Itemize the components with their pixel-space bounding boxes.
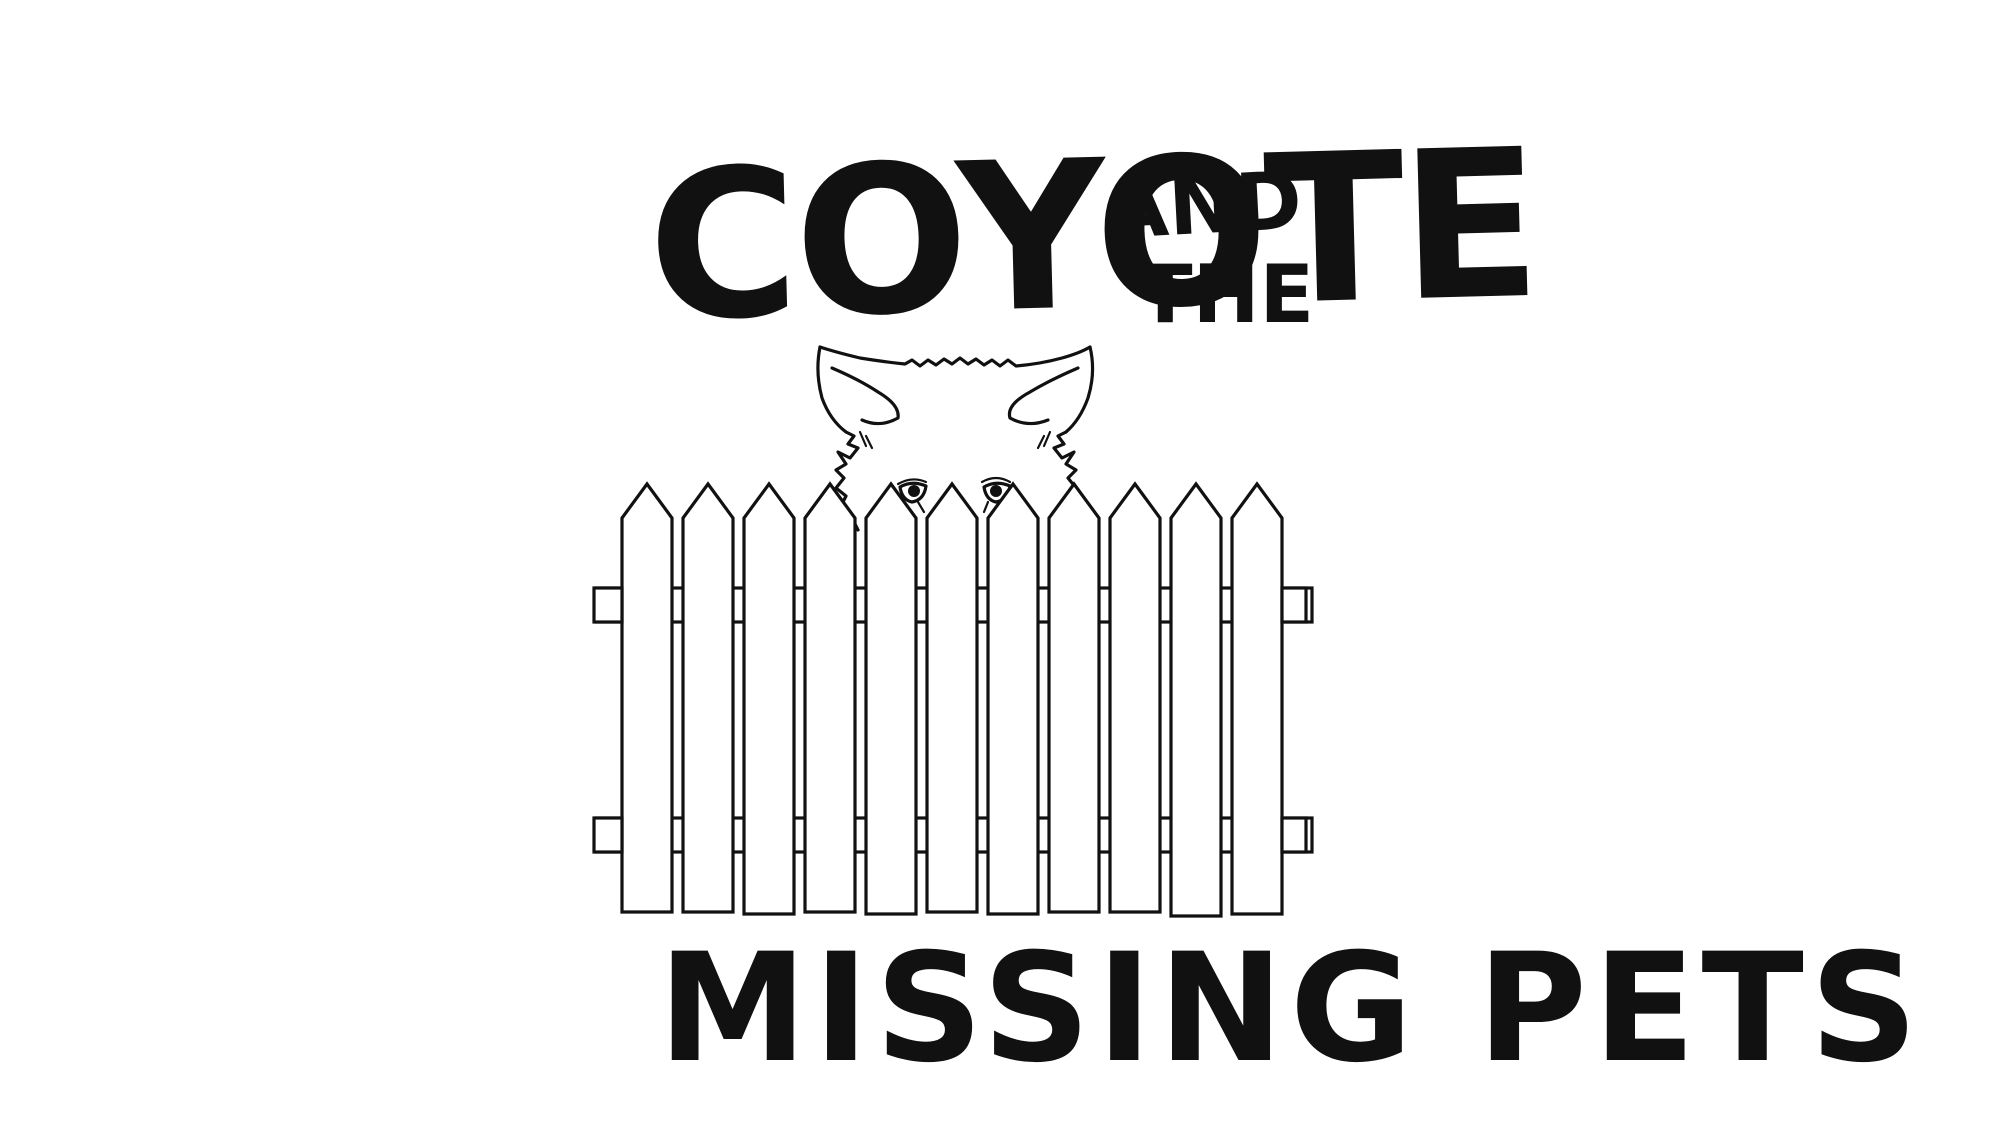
- fence-rail-end-right-top: [1280, 586, 1308, 624]
- fence-picket: [1169, 481, 1223, 918]
- fence-picket: [1108, 481, 1162, 914]
- title-and: AND: [1104, 154, 1304, 257]
- fence-picket: [681, 481, 735, 914]
- fence-picket: [864, 481, 918, 916]
- cover-artwork: COYOTE AND THE MISSING PETS: [592, 106, 1924, 1096]
- fence-rail-end-right-bottom: [1280, 816, 1308, 854]
- fence-picket: [803, 481, 857, 914]
- coyote-left-ear-inner: [830, 366, 900, 426]
- fence-picket: [1047, 481, 1101, 914]
- title-bottom: MISSING PETS: [658, 922, 1924, 1096]
- fence-picket: [1230, 481, 1284, 916]
- fence-rail-end-left-top: [592, 586, 624, 624]
- title-the: THE: [1138, 248, 1314, 341]
- title-main: COYOTE: [645, 106, 1540, 367]
- fence-picket: [742, 481, 796, 916]
- fence-picket: [620, 481, 674, 914]
- fence-picket: [986, 481, 1040, 916]
- coyote-right-ear-outer: [1064, 345, 1095, 434]
- coyote-right-ear-inner: [1007, 366, 1080, 426]
- fence-rail-end-left-bottom: [592, 816, 624, 854]
- picket-fence: [592, 481, 1314, 918]
- fence-picket: [925, 481, 979, 914]
